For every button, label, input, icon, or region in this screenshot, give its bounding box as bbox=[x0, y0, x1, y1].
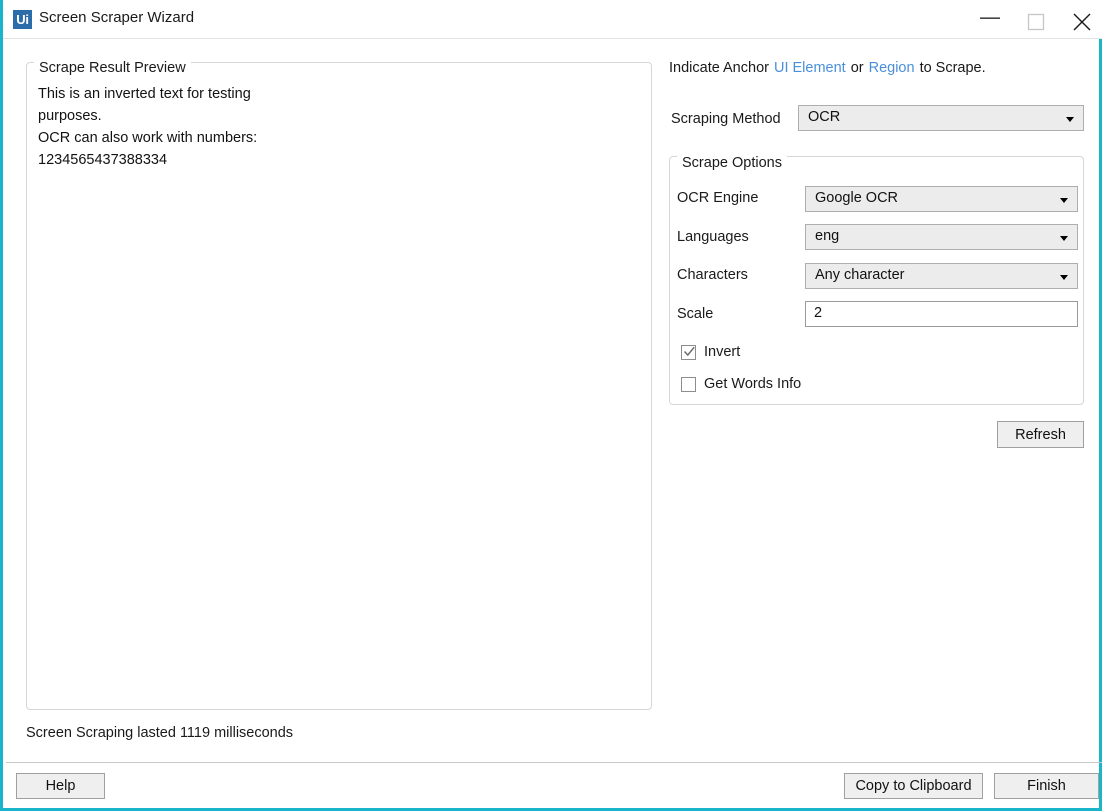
maximize-icon bbox=[1027, 13, 1045, 31]
ui-element-link[interactable]: UI Element bbox=[774, 60, 846, 76]
help-button[interactable]: Help bbox=[16, 773, 105, 799]
indicate-suffix-label: to Scrape. bbox=[919, 60, 986, 76]
minimize-button[interactable] bbox=[967, 0, 1013, 37]
scrape-result-preview-text: This is an inverted text for testing pur… bbox=[38, 86, 258, 168]
check-icon bbox=[683, 346, 695, 357]
characters-dropdown[interactable]: Any character bbox=[805, 263, 1078, 289]
chevron-down-icon bbox=[1060, 275, 1068, 280]
scraping-method-value: OCR bbox=[808, 109, 841, 125]
indicate-prefix-label: Indicate Anchor bbox=[669, 60, 769, 76]
close-icon bbox=[1073, 13, 1091, 31]
indicate-anchor-instruction: Indicate Anchor UI Element or Region to Scra… bbox=[669, 60, 986, 76]
scraping-method-dropdown[interactable]: OCR bbox=[798, 105, 1084, 131]
screen-scraper-wizard-window: Ui Screen Scraper Wizard Scrape Result P… bbox=[0, 0, 1102, 811]
scrape-options-legend: Scrape Options bbox=[677, 155, 787, 171]
chevron-down-icon bbox=[1066, 117, 1074, 122]
ocr-engine-label: OCR Engine bbox=[677, 190, 759, 206]
uipath-logo-icon: Ui bbox=[13, 10, 32, 29]
get-words-info-label: Get Words Info bbox=[704, 376, 802, 392]
indicate-middle-label: or bbox=[850, 60, 864, 76]
chevron-down-icon bbox=[1060, 236, 1068, 241]
languages-value: eng bbox=[815, 228, 840, 244]
scale-input[interactable]: 2 bbox=[805, 301, 1078, 327]
copy-to-clipboard-button[interactable]: Copy to Clipboard bbox=[844, 773, 983, 799]
refresh-button[interactable]: Refresh bbox=[997, 421, 1084, 448]
languages-label: Languages bbox=[677, 229, 749, 245]
title-bar: Ui Screen Scraper Wizard bbox=[3, 0, 1102, 39]
scrape-result-preview-legend: Scrape Result Preview bbox=[34, 60, 191, 76]
ocr-engine-value: Google OCR bbox=[815, 190, 899, 206]
characters-label: Characters bbox=[677, 267, 748, 283]
chevron-down-icon bbox=[1060, 198, 1068, 203]
scale-label: Scale bbox=[677, 306, 714, 322]
maximize-button[interactable] bbox=[1013, 0, 1059, 37]
close-button[interactable] bbox=[1059, 0, 1102, 37]
characters-value: Any character bbox=[815, 267, 905, 283]
scrape-status-text: Screen Scraping lasted 1119 milliseconds bbox=[26, 725, 294, 741]
finish-button[interactable]: Finish bbox=[994, 773, 1099, 799]
scale-value: 2 bbox=[814, 305, 823, 321]
region-link[interactable]: Region bbox=[869, 60, 915, 76]
ocr-engine-dropdown[interactable]: Google OCR bbox=[805, 186, 1078, 212]
scraping-method-label: Scraping Method bbox=[671, 111, 781, 127]
minimize-icon bbox=[980, 17, 1000, 19]
invert-label: Invert bbox=[704, 344, 741, 360]
footer-separator bbox=[6, 762, 1102, 763]
window-title: Screen Scraper Wizard bbox=[39, 9, 195, 26]
checkbox-box bbox=[681, 377, 696, 392]
languages-dropdown[interactable]: eng bbox=[805, 224, 1078, 250]
